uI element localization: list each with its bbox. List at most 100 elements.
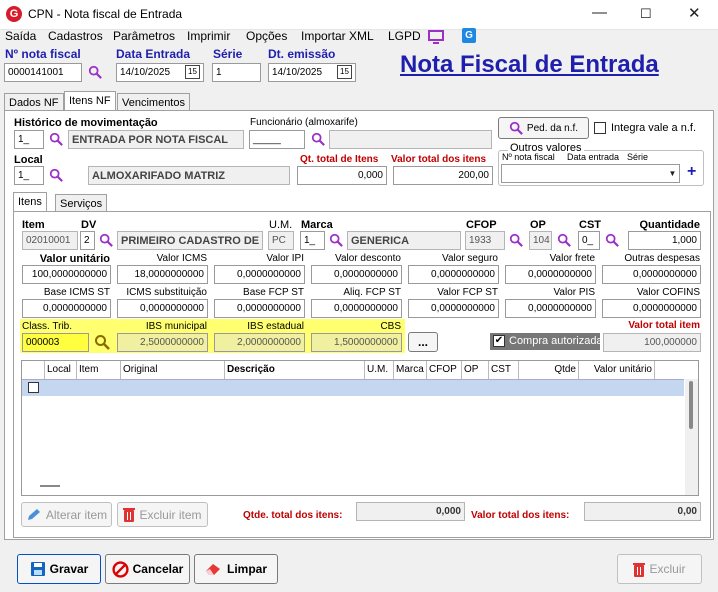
compra-autorizada-checkbox[interactable]: ✔ (493, 335, 505, 347)
g-app-icon[interactable]: G (462, 28, 476, 43)
cbs-value: 1,5000000000 (311, 333, 402, 352)
search-icon[interactable] (605, 233, 619, 247)
scrollbar-thumb[interactable] (689, 381, 693, 429)
class-trib-input[interactable]: 000003 (22, 333, 89, 352)
serie-input[interactable]: 1 (212, 63, 261, 82)
calendar-icon-emissao[interactable]: 15 (337, 65, 352, 79)
integra-checkbox[interactable] (594, 122, 606, 134)
ibs-municipal-label: IBS municipal (145, 321, 207, 332)
calendar-icon[interactable]: 15 (185, 65, 200, 79)
search-icon[interactable] (99, 233, 113, 247)
menu-cadastros[interactable]: Cadastros (48, 29, 103, 43)
menu-lgpd[interactable]: LGPD (388, 29, 421, 43)
grid-col-original[interactable]: Original (121, 361, 225, 379)
menu-parametros[interactable]: Parâmetros (113, 29, 175, 43)
alterar-item-label: Alterar item (45, 507, 108, 522)
limpar-button[interactable]: Limpar (194, 554, 278, 584)
nota-input[interactable]: 0000141001 (4, 63, 82, 82)
icms-substituicao-input[interactable]: 0,0000000000 (117, 299, 208, 318)
valor-cofins-input[interactable]: 0,0000000000 (602, 299, 701, 318)
search-icon[interactable] (329, 233, 343, 247)
gravar-button[interactable]: Gravar (17, 554, 101, 584)
menu-importar-xml[interactable]: Importar XML (301, 29, 374, 43)
valor-desconto-input[interactable]: 0,0000000000 (311, 265, 402, 284)
grid-col-descricao[interactable]: Descrição (225, 361, 365, 379)
ped-nf-label: Ped. da n.f. (526, 122, 579, 134)
cancelar-button[interactable]: Cancelar (105, 554, 190, 584)
aliq-fcp-st-input[interactable]: 0,0000000000 (311, 299, 402, 318)
ped-nf-button[interactable]: Ped. da n.f. (498, 117, 589, 139)
search-icon[interactable] (509, 233, 523, 247)
search-icon[interactable] (557, 233, 571, 247)
item-input[interactable]: 02010001 (22, 231, 78, 250)
add-icon[interactable]: + (687, 163, 696, 181)
valor-seguro-input[interactable]: 0,0000000000 (408, 265, 499, 284)
search-icon[interactable] (311, 132, 325, 146)
more-button[interactable]: ... (408, 332, 438, 352)
excluir-button[interactable]: Excluir (617, 554, 702, 584)
chevron-down-icon[interactable]: ▼ (666, 165, 679, 182)
subtab-servicos[interactable]: Serviços (55, 194, 108, 212)
qtde-total-value: 0,000 (356, 502, 465, 521)
grid-col-local[interactable]: Local (45, 361, 77, 379)
close-icon[interactable]: ✕ (688, 4, 701, 22)
window-title: CPN - Nota fiscal de Entrada (28, 7, 183, 21)
valor-pis-input[interactable]: 0,0000000000 (505, 299, 596, 318)
dv-input[interactable]: 2 (80, 231, 95, 250)
row2-label-5: Valor frete (549, 253, 595, 264)
table-row[interactable] (22, 379, 684, 396)
menu-imprimir[interactable]: Imprimir (187, 29, 230, 43)
valor-frete-input[interactable]: 0,0000000000 (505, 265, 596, 284)
historico-desc: ENTRADA POR NOTA FISCAL (68, 130, 244, 149)
quantidade-input[interactable]: 1,000 (628, 231, 701, 250)
hscroll-thumb[interactable] (40, 485, 60, 487)
search-icon[interactable] (88, 65, 102, 79)
grid-col-op[interactable]: OP (462, 361, 489, 379)
grid-col-select (22, 361, 45, 379)
grid-col-qtde[interactable]: Qtde (519, 361, 579, 379)
subtab-itens[interactable]: Itens (13, 192, 47, 212)
local-code-input[interactable]: 1_ (14, 166, 44, 185)
grid-col-um[interactable]: U.M. (365, 361, 394, 379)
valor-icms-input[interactable]: 18,0000000000 (117, 265, 208, 284)
tab-dados-nf[interactable]: Dados NF (4, 93, 64, 111)
historico-code-input[interactable]: 1_ (14, 130, 44, 149)
valor-total-itens-label: Valor total dos itens: (471, 510, 570, 521)
tab-itens-nf[interactable]: Itens NF (64, 91, 116, 111)
menu-saida[interactable]: Saída (5, 29, 36, 43)
search-icon[interactable] (49, 132, 63, 146)
cst-input[interactable]: 0_ (578, 231, 600, 250)
valor-ipi-input[interactable]: 0,0000000000 (214, 265, 305, 284)
tab-vencimentos[interactable]: Vencimentos (117, 93, 190, 111)
monitor-icon[interactable] (428, 29, 444, 45)
valor-unitario-input[interactable]: 100,0000000000 (22, 265, 111, 284)
grid-col-marca[interactable]: Marca (394, 361, 427, 379)
excluir-item-button[interactable]: Excluir item (117, 502, 208, 527)
maximize-icon[interactable]: ☐ (640, 6, 652, 22)
items-grid[interactable]: Local Item Original Descrição U.M. Marca… (21, 360, 699, 496)
base-icms-st-input[interactable]: 0,0000000000 (22, 299, 111, 318)
op-label: OP (530, 219, 546, 231)
serie-label: Série (213, 47, 243, 61)
dv-label: DV (81, 219, 97, 231)
minimize-icon[interactable]: — (592, 4, 607, 21)
cfop-input[interactable]: 1933 (465, 231, 505, 250)
outras-despesas-input[interactable]: 0,0000000000 (602, 265, 701, 284)
grid-col-valor-unitario[interactable]: Valor unitário (579, 361, 655, 379)
menu-opcoes[interactable]: Opções (246, 29, 287, 43)
grid-col-cfop[interactable]: CFOP (427, 361, 462, 379)
marca-code-input[interactable]: 1_ (300, 231, 325, 250)
valor-fcp-st-input[interactable]: 0,0000000000 (408, 299, 499, 318)
op-input[interactable]: 104 (529, 231, 552, 250)
valor-total-item-label: Valor total item (628, 320, 700, 331)
grid-col-cst[interactable]: CST (489, 361, 519, 379)
search-icon[interactable] (94, 334, 110, 350)
base-fcp-st-input[interactable]: 0,0000000000 (214, 299, 305, 318)
grid-col-item[interactable]: Item (77, 361, 121, 379)
valor-total-value: 200,00 (393, 166, 493, 185)
funcionario-input[interactable]: _____ (249, 130, 305, 149)
row-checkbox[interactable] (28, 382, 39, 393)
search-icon[interactable] (49, 168, 63, 182)
outros-valores-select[interactable] (501, 164, 680, 183)
alterar-item-button[interactable]: Alterar item (21, 502, 112, 527)
